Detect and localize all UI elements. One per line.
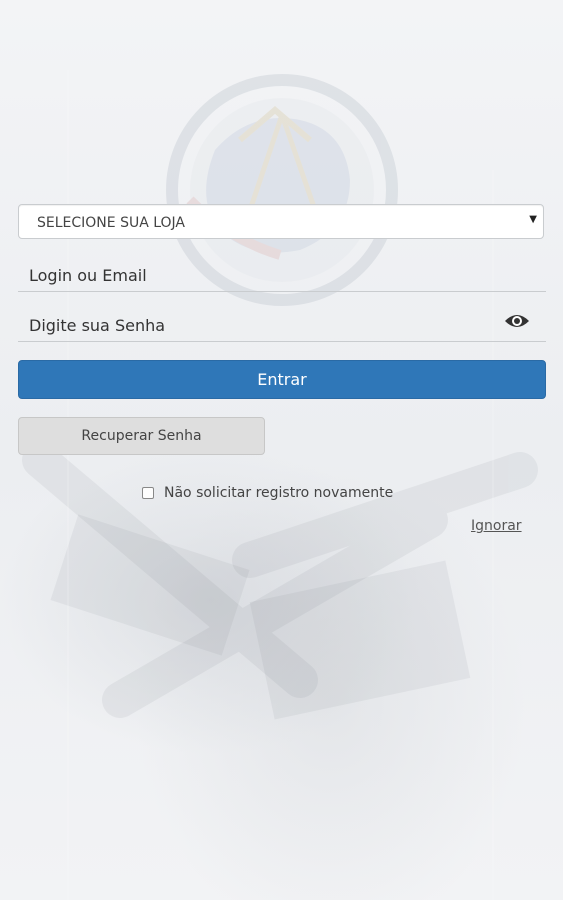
- login-placeholder: Login ou Email: [29, 266, 147, 285]
- store-select[interactable]: SELECIONE SUA LOJA ▼: [18, 204, 544, 239]
- remember-checkbox[interactable]: [142, 487, 154, 499]
- password-field[interactable]: Digite sua Senha: [18, 306, 546, 342]
- login-field[interactable]: Login ou Email: [18, 256, 546, 292]
- enter-button[interactable]: Entrar: [18, 360, 546, 399]
- ignore-link[interactable]: Ignorar: [471, 518, 522, 534]
- password-placeholder: Digite sua Senha: [29, 316, 166, 335]
- store-select-value: SELECIONE SUA LOJA: [37, 215, 186, 231]
- recover-password-button[interactable]: Recuperar Senha: [18, 417, 265, 455]
- caret-down-icon: ▼: [529, 214, 537, 225]
- eye-icon-svg: [505, 315, 529, 327]
- eye-icon[interactable]: [504, 311, 530, 331]
- remember-label[interactable]: Não solicitar registro novamente: [164, 485, 393, 501]
